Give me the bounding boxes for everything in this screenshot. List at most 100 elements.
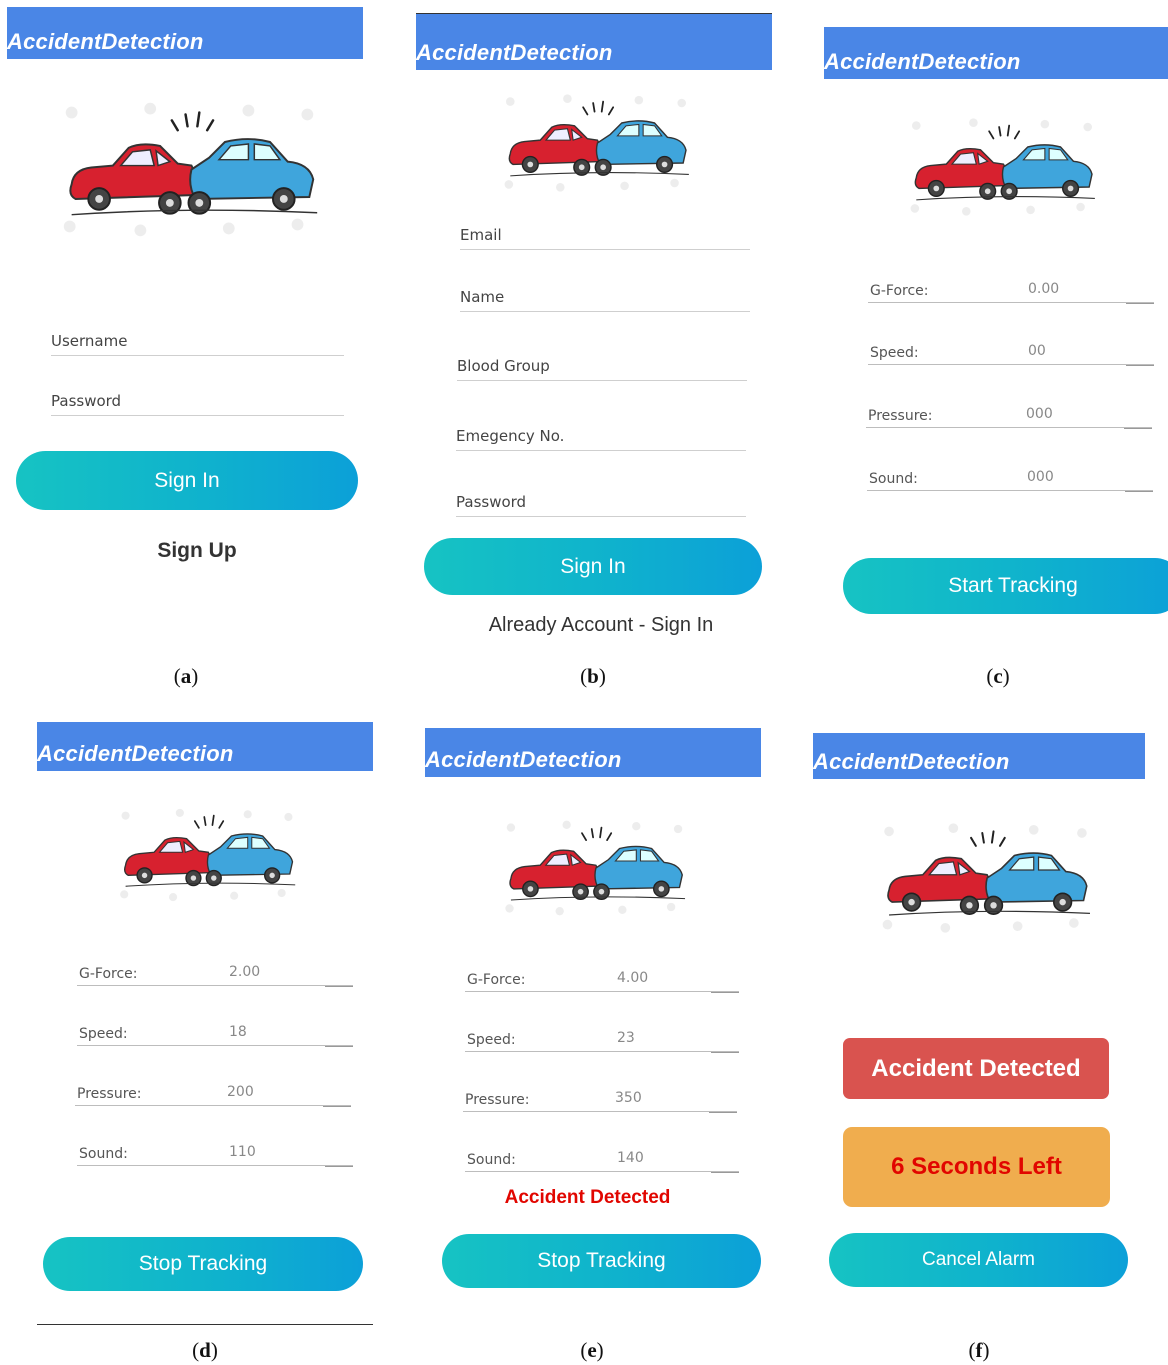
sign-up-link[interactable]: Sign Up bbox=[137, 539, 257, 563]
app-bar: AccidentDetection bbox=[7, 7, 363, 59]
sensor-row: Pressure: 000 bbox=[866, 395, 1152, 429]
field-underline-accent bbox=[711, 992, 739, 993]
sensor-row: Speed: 18 bbox=[77, 1013, 353, 1047]
name-field[interactable]: Name bbox=[460, 281, 750, 312]
accident-status-text: Accident Detected bbox=[504, 1187, 671, 1208]
sensor-row: G-Force: 4.00 bbox=[465, 959, 739, 993]
emergency-number-placeholder: Emegency No. bbox=[456, 427, 565, 445]
app-title: AccidentDetection bbox=[824, 49, 1021, 74]
password-field[interactable]: Password bbox=[456, 487, 746, 517]
sensor-value: 350 bbox=[615, 1090, 642, 1106]
field-underline-accent bbox=[1126, 303, 1154, 304]
screen-b: AccidentDetection Email Name Blood Group… bbox=[416, 13, 772, 653]
app-bar: AccidentDetection bbox=[813, 733, 1145, 779]
screen-e: AccidentDetection G-Force: 4.00 Speed: 23 Pr… bbox=[425, 728, 761, 1293]
field-underline-accent bbox=[1125, 491, 1153, 492]
email-placeholder: Email bbox=[460, 226, 502, 244]
caption-b: (b) bbox=[580, 664, 606, 688]
caption-letter: f bbox=[975, 1338, 983, 1362]
stop-tracking-button[interactable]: Stop Tracking bbox=[43, 1237, 363, 1291]
field-underline-accent bbox=[711, 1052, 739, 1053]
blood-group-placeholder: Blood Group bbox=[457, 357, 550, 375]
sensor-label: G-Force: bbox=[79, 966, 138, 982]
field-underline-accent bbox=[709, 1112, 737, 1113]
blood-group-field[interactable]: Blood Group bbox=[457, 351, 747, 381]
sensor-label: Pressure: bbox=[465, 1092, 530, 1108]
sensor-row: Pressure: 200 bbox=[75, 1073, 351, 1107]
app-title: AccidentDetection bbox=[7, 29, 204, 54]
screen-c: AccidentDetection G-Force: 0.00 Speed: 00 Pr… bbox=[824, 27, 1168, 627]
app-bar: AccidentDetection bbox=[425, 728, 761, 777]
stop-tracking-button[interactable]: Stop Tracking bbox=[442, 1234, 761, 1288]
cancel-alarm-button[interactable]: Cancel Alarm bbox=[829, 1233, 1128, 1287]
sensor-label: Sound: bbox=[467, 1152, 516, 1168]
sensor-row: Pressure: 350 bbox=[463, 1079, 737, 1113]
sign-in-button[interactable]: Sign In bbox=[16, 451, 358, 510]
caption-d: (d) bbox=[192, 1338, 218, 1362]
screen-d: AccidentDetection G-Force: 2.00 Speed: 18 Pr… bbox=[37, 722, 373, 1325]
username-placeholder: Username bbox=[51, 332, 128, 350]
countdown-alert: 6 Seconds Left bbox=[843, 1127, 1110, 1207]
already-account-link[interactable]: Already Account - Sign In bbox=[451, 614, 751, 637]
field-underline-accent bbox=[711, 1172, 739, 1173]
password-placeholder: Password bbox=[51, 392, 122, 410]
car-crash-icon bbox=[873, 808, 1098, 948]
sensor-value: 200 bbox=[227, 1084, 254, 1100]
sensor-row: G-Force: 0.00 bbox=[868, 270, 1154, 304]
car-crash-icon bbox=[496, 88, 696, 198]
password-field[interactable]: Password bbox=[51, 385, 344, 416]
accident-detected-alert: Accident Detected bbox=[843, 1038, 1109, 1099]
caption-e: (e) bbox=[580, 1338, 604, 1362]
sensor-value: 18 bbox=[229, 1024, 247, 1040]
caption-letter: e bbox=[587, 1338, 597, 1362]
sensor-value: 000 bbox=[1026, 406, 1053, 422]
app-bar: AccidentDetection bbox=[416, 13, 772, 70]
sensor-value: 2.00 bbox=[229, 964, 261, 980]
car-crash-icon bbox=[52, 82, 327, 257]
car-crash-icon bbox=[497, 813, 692, 923]
sign-in-button[interactable]: Sign In bbox=[424, 538, 762, 595]
sensor-label: Speed: bbox=[870, 345, 919, 361]
field-underline-accent bbox=[325, 1166, 353, 1167]
sensor-row: Sound: 000 bbox=[867, 458, 1153, 492]
sensor-row: Sound: 140 bbox=[465, 1139, 739, 1173]
sensor-label: Pressure: bbox=[77, 1086, 142, 1102]
sensor-value: 23 bbox=[617, 1030, 635, 1046]
start-tracking-button[interactable]: Start Tracking bbox=[843, 558, 1168, 614]
sensor-value: 0.00 bbox=[1028, 281, 1060, 297]
field-underline-accent bbox=[1124, 428, 1152, 429]
field-underline-accent bbox=[1126, 365, 1154, 366]
username-field[interactable]: Username bbox=[51, 325, 344, 356]
caption-a: (a) bbox=[173, 664, 199, 688]
sensor-value: 140 bbox=[617, 1150, 644, 1166]
caption-f: (f) bbox=[968, 1338, 990, 1362]
field-underline-accent bbox=[325, 1046, 353, 1047]
caption-letter: c bbox=[993, 664, 1003, 688]
caption-letter: a bbox=[180, 664, 192, 688]
sensor-label: Sound: bbox=[869, 471, 918, 487]
sensor-row: Speed: 00 bbox=[868, 332, 1154, 366]
app-title: AccidentDetection bbox=[37, 741, 234, 766]
field-underline-accent bbox=[323, 1106, 351, 1107]
screen-f: AccidentDetection Accident Detected 6 Se… bbox=[813, 733, 1145, 1293]
sensor-row: G-Force: 2.00 bbox=[77, 953, 353, 987]
sensor-value: 4.00 bbox=[617, 970, 649, 986]
sensor-label: Speed: bbox=[79, 1026, 128, 1042]
caption-letter: d bbox=[199, 1338, 211, 1362]
car-crash-icon bbox=[112, 800, 302, 910]
sensor-label: G-Force: bbox=[467, 972, 526, 988]
name-placeholder: Name bbox=[460, 288, 505, 306]
app-title: AccidentDetection bbox=[425, 747, 622, 772]
sensor-value: 00 bbox=[1028, 343, 1046, 359]
app-title: AccidentDetection bbox=[416, 40, 613, 65]
app-title: AccidentDetection bbox=[813, 749, 1010, 774]
sensor-row: Sound: 110 bbox=[77, 1133, 353, 1167]
sensor-label: Speed: bbox=[467, 1032, 516, 1048]
caption-c: (c) bbox=[986, 664, 1010, 688]
car-crash-icon bbox=[902, 112, 1102, 222]
email-field[interactable]: Email bbox=[460, 221, 750, 250]
screen-a: AccidentDetection Username Password Sign… bbox=[7, 7, 363, 607]
sensor-label: G-Force: bbox=[870, 283, 929, 299]
emergency-number-field[interactable]: Emegency No. bbox=[456, 421, 746, 451]
app-bar: AccidentDetection bbox=[37, 722, 373, 771]
